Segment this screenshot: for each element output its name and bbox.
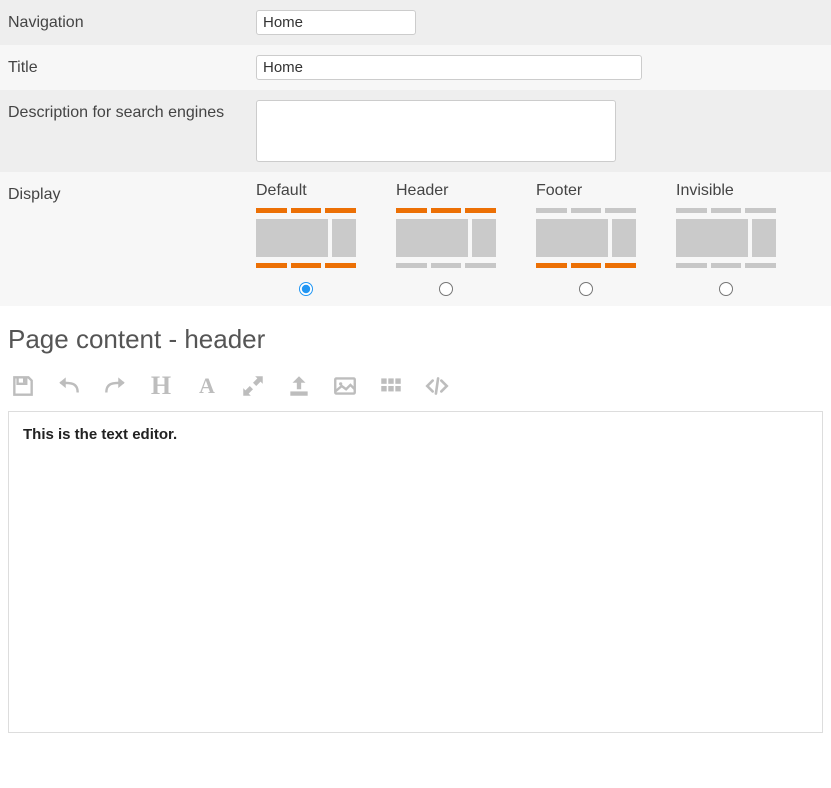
display-thumb-invisible bbox=[676, 208, 776, 268]
display-option-footer[interactable]: Footer bbox=[536, 182, 636, 296]
display-radio-footer[interactable] bbox=[579, 282, 593, 296]
display-options: Default Header Footer bbox=[256, 182, 776, 296]
undo-icon[interactable] bbox=[54, 371, 84, 401]
upload-icon[interactable] bbox=[284, 371, 314, 401]
display-radio-default[interactable] bbox=[299, 282, 313, 296]
row-navigation: Navigation bbox=[0, 0, 831, 45]
grid-icon[interactable] bbox=[376, 371, 406, 401]
display-option-default[interactable]: Default bbox=[256, 182, 356, 296]
title-input[interactable] bbox=[256, 55, 642, 80]
display-option-header[interactable]: Header bbox=[396, 182, 496, 296]
code-icon[interactable] bbox=[422, 371, 452, 401]
description-textarea[interactable] bbox=[256, 100, 616, 162]
display-thumb-footer bbox=[536, 208, 636, 268]
title-label: Title bbox=[8, 55, 256, 77]
display-radio-invisible[interactable] bbox=[719, 282, 733, 296]
image-icon[interactable] bbox=[330, 371, 360, 401]
redo-icon[interactable] bbox=[100, 371, 130, 401]
display-option-invisible-label: Invisible bbox=[676, 182, 734, 200]
heading-icon[interactable]: H bbox=[146, 371, 176, 401]
display-thumb-default bbox=[256, 208, 356, 268]
editor-toolbar: H A bbox=[0, 365, 831, 411]
display-option-header-label: Header bbox=[396, 182, 448, 200]
section-heading: Page content - header bbox=[0, 306, 831, 365]
description-label: Description for search engines bbox=[8, 100, 256, 122]
display-label: Display bbox=[8, 182, 256, 204]
display-option-invisible[interactable]: Invisible bbox=[676, 182, 776, 296]
navigation-input[interactable] bbox=[256, 10, 416, 35]
row-title: Title bbox=[0, 45, 831, 90]
expand-icon[interactable] bbox=[238, 371, 268, 401]
row-display: Display Default Header Footer bbox=[0, 172, 831, 306]
display-radio-header[interactable] bbox=[439, 282, 453, 296]
save-icon[interactable] bbox=[8, 371, 38, 401]
font-icon[interactable]: A bbox=[192, 371, 222, 401]
display-option-default-label: Default bbox=[256, 182, 307, 200]
display-thumb-header bbox=[396, 208, 496, 268]
navigation-label: Navigation bbox=[8, 10, 256, 32]
row-description: Description for search engines bbox=[0, 90, 831, 172]
editor-content[interactable]: This is the text editor. bbox=[23, 426, 808, 718]
editor-frame: This is the text editor. bbox=[8, 411, 823, 733]
display-option-footer-label: Footer bbox=[536, 182, 582, 200]
